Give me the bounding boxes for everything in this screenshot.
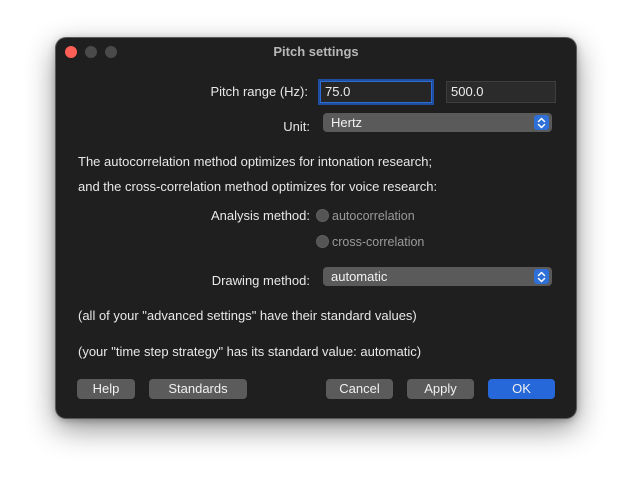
cancel-button[interactable]: Cancel: [326, 379, 393, 399]
autocorrelation-radio[interactable]: [316, 209, 329, 222]
ok-button[interactable]: OK: [488, 379, 555, 399]
chevron-updown-icon: [534, 269, 549, 284]
cross-correlation-radio[interactable]: [316, 235, 329, 248]
analysis-method-label: Analysis method:: [211, 208, 310, 223]
pitch-settings-dialog: Pitch settings Pitch range (Hz): 75.0 50…: [56, 38, 576, 418]
pitch-range-max-input[interactable]: 500.0: [446, 81, 556, 103]
title-bar: Pitch settings: [56, 38, 576, 66]
advanced-settings-note: (all of your "advanced settings" have th…: [78, 308, 417, 323]
drawing-method-label: Drawing method:: [211, 273, 310, 288]
unit-label: Unit:: [283, 119, 310, 134]
help-button[interactable]: Help: [77, 379, 135, 399]
apply-button[interactable]: Apply: [407, 379, 474, 399]
cross-correlation-radio-label[interactable]: cross-correlation: [332, 235, 424, 249]
autocorrelation-radio-label[interactable]: autocorrelation: [332, 209, 415, 223]
pitch-range-label: Pitch range (Hz):: [210, 84, 308, 99]
info-text-line-1: The autocorrelation method optimizes for…: [78, 154, 433, 169]
standards-button[interactable]: Standards: [149, 379, 247, 399]
pitch-range-min-input[interactable]: 75.0: [320, 81, 432, 103]
unit-select-value: Hertz: [331, 115, 363, 130]
info-text-line-2: and the cross-correlation method optimiz…: [78, 179, 438, 194]
chevron-updown-icon: [534, 115, 549, 130]
time-step-note: (your "time step strategy" has its stand…: [78, 344, 422, 359]
drawing-method-select[interactable]: automatic: [323, 267, 552, 286]
unit-select[interactable]: Hertz: [323, 113, 552, 132]
window-title: Pitch settings: [273, 44, 359, 59]
drawing-method-select-value: automatic: [331, 269, 388, 284]
